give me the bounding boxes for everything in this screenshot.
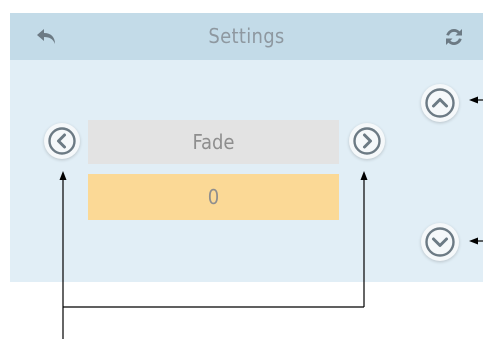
increase-button[interactable]: [421, 84, 459, 122]
option-value: 0: [88, 174, 339, 220]
previous-button[interactable]: [44, 123, 80, 159]
header-bar: Settings: [10, 13, 483, 60]
decrease-button[interactable]: [421, 223, 459, 261]
settings-panel: Settings Fade 0: [10, 13, 483, 282]
chevron-up-icon: [425, 88, 455, 118]
chevron-down-icon: [425, 227, 455, 257]
next-button[interactable]: [349, 123, 385, 159]
chevron-right-icon: [353, 127, 381, 155]
refresh-icon[interactable]: [442, 25, 466, 49]
page-title: Settings: [208, 24, 285, 48]
option-label: Fade: [88, 120, 339, 164]
chevron-left-icon: [48, 127, 76, 155]
